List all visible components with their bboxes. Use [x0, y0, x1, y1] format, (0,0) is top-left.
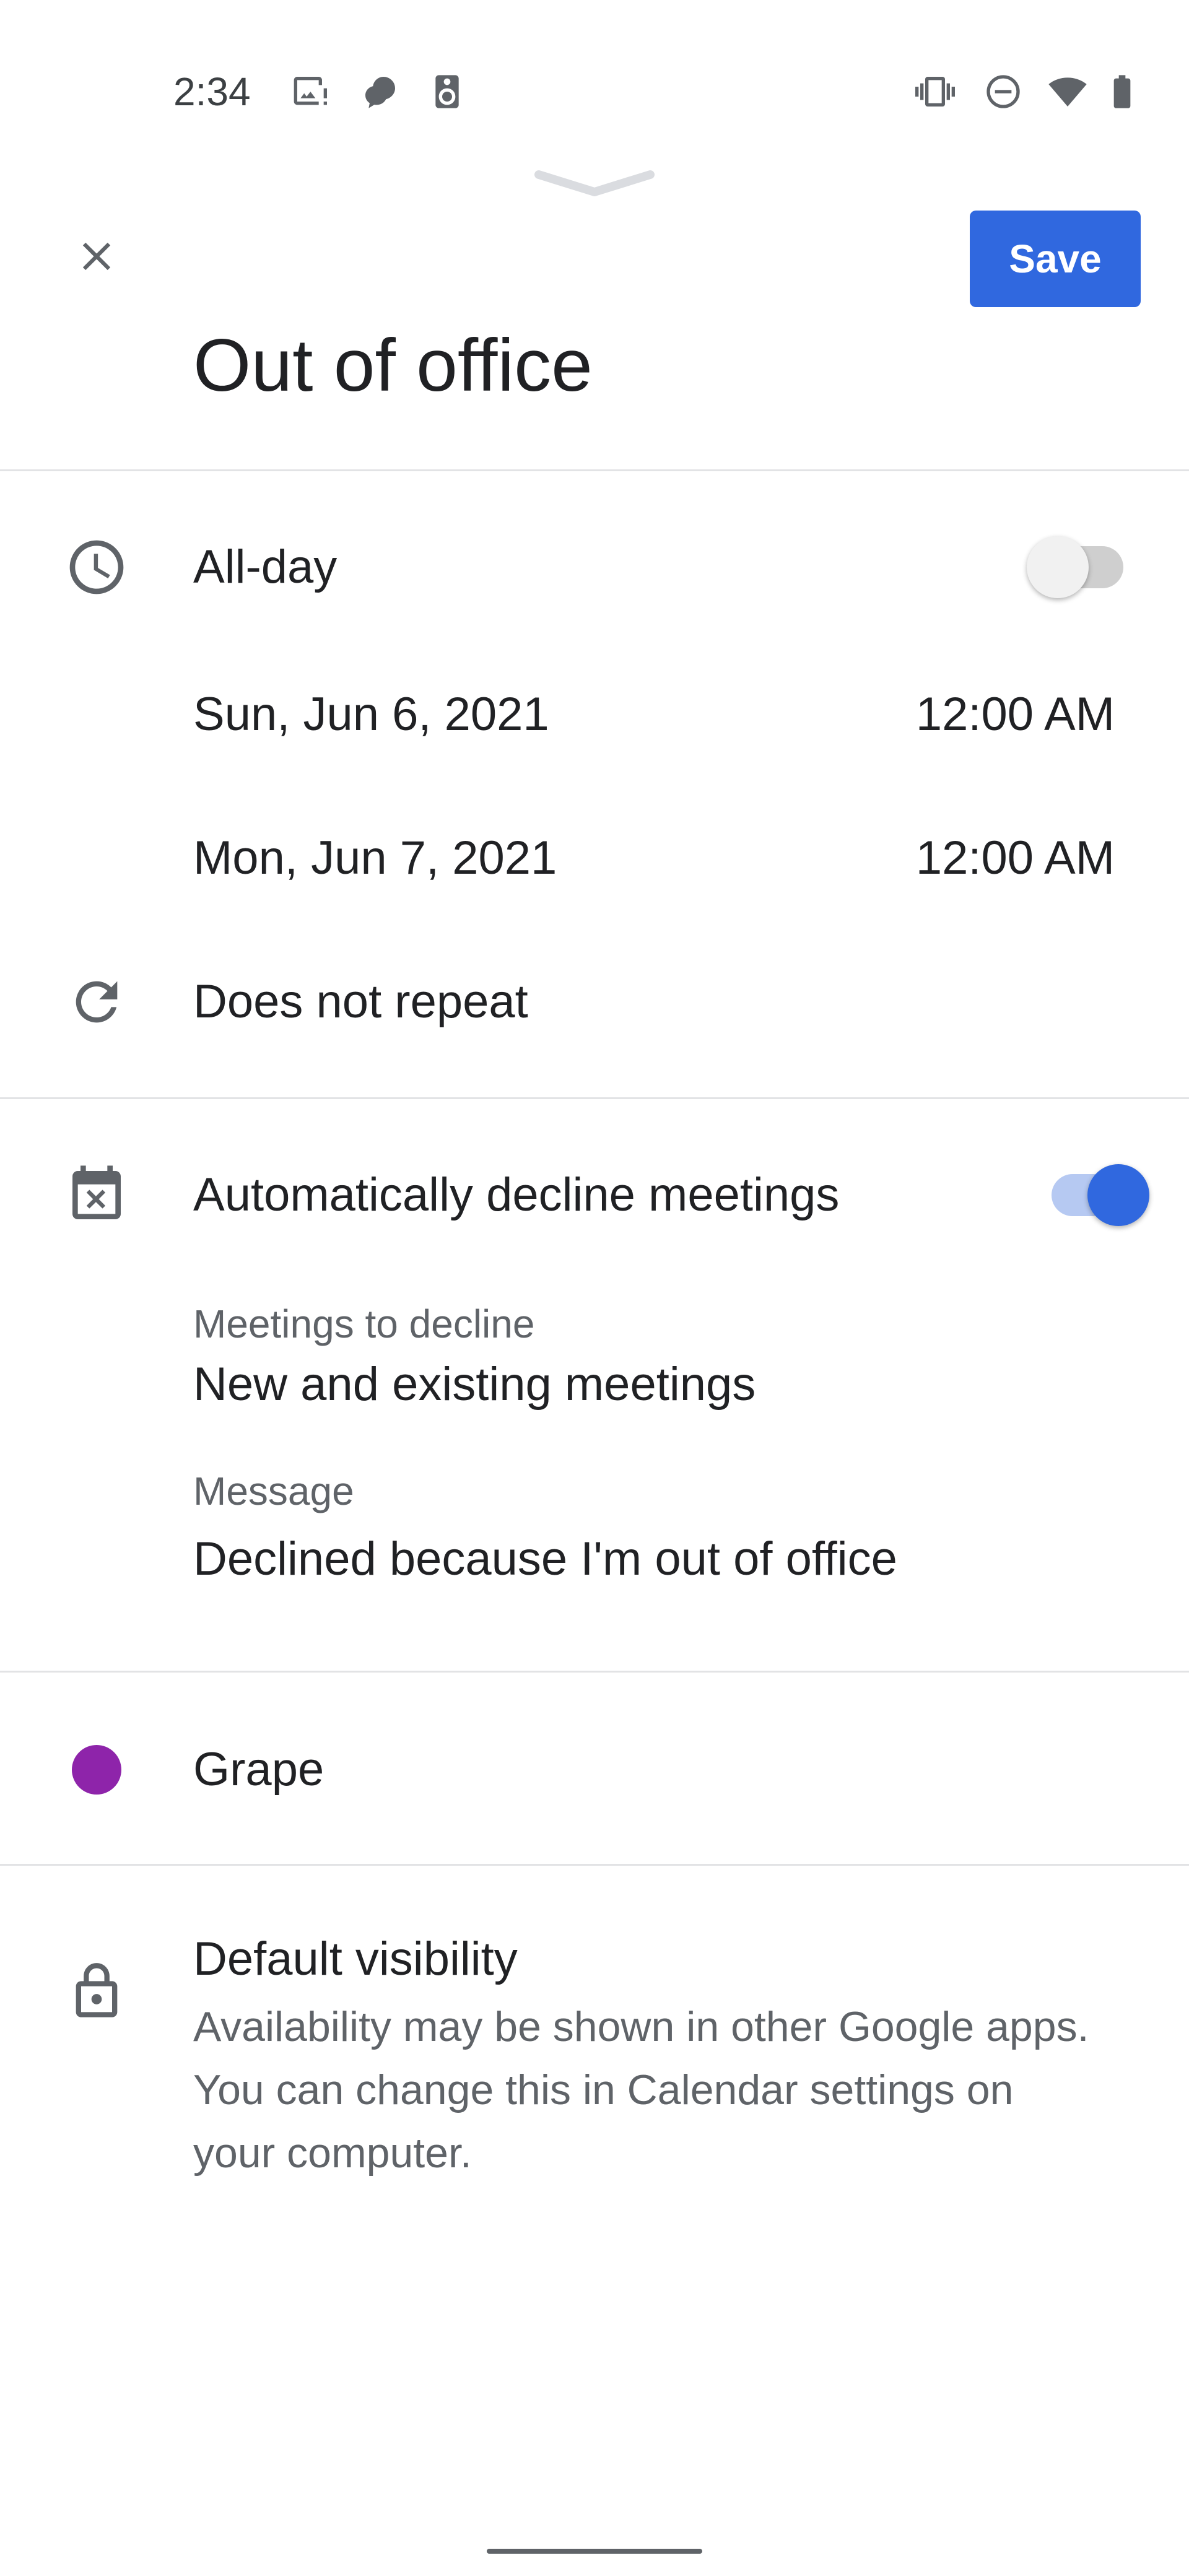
decline-message-field[interactable]: Message Declined because I'm out of offi…: [193, 1461, 1060, 1598]
wifi-icon: [1048, 72, 1087, 111]
assistant-icon: [360, 72, 400, 111]
vibrate-icon: [915, 72, 955, 111]
toggle-thumb: [1027, 536, 1089, 598]
visibility-description-line: your computer.: [193, 2130, 472, 2177]
visibility-description-line: You can change this in Calendar settings…: [193, 2066, 1014, 2113]
visibility-description: Availability may be shown in other Googl…: [193, 1995, 1159, 2185]
auto-decline-toggle[interactable]: [1052, 1154, 1151, 1236]
visibility-title: Default visibility: [193, 1933, 518, 1985]
save-button[interactable]: Save: [970, 211, 1141, 307]
decline-message-label: Message: [193, 1469, 354, 1513]
battery-icon: [1102, 72, 1142, 111]
repeat-setting[interactable]: Does not repeat: [193, 972, 528, 1032]
calendar-decline-icon: [62, 1160, 131, 1230]
divider: [0, 1671, 1189, 1673]
event-color-row[interactable]: Grape: [0, 1678, 1189, 1858]
event-color-label: Grape: [193, 1743, 324, 1796]
page-title[interactable]: Out of office: [193, 322, 593, 409]
toggle-thumb: [1087, 1164, 1149, 1226]
navigation-gesture-bar[interactable]: [487, 2549, 702, 2554]
decline-message-value: Declined because I'm out of office: [193, 1533, 897, 1585]
all-day-label: All-day: [193, 541, 338, 593]
meetings-to-decline-field[interactable]: Meetings to decline New and existing mee…: [193, 1294, 1060, 1418]
clock-icon: [62, 533, 131, 602]
visibility-description-line: Availability may be shown in other Googl…: [193, 2003, 1089, 2050]
close-icon: [73, 233, 120, 283]
start-time[interactable]: 12:00 AM: [916, 685, 1115, 744]
speaker-icon: [427, 72, 467, 111]
divider: [0, 469, 1189, 471]
repeat-icon: [62, 967, 131, 1037]
end-date[interactable]: Mon, Jun 7, 2021: [193, 829, 557, 888]
lock-icon: [62, 1957, 131, 2026]
divider: [0, 1097, 1189, 1099]
image-alert-icon: [292, 72, 332, 111]
close-button[interactable]: [62, 223, 131, 292]
meetings-to-decline-value: New and existing meetings: [193, 1358, 756, 1411]
start-date[interactable]: Sun, Jun 6, 2021: [193, 685, 549, 744]
meetings-to-decline-label: Meetings to decline: [193, 1302, 535, 1346]
divider: [0, 1864, 1189, 1866]
grape-color-dot: [72, 1745, 121, 1795]
all-day-toggle[interactable]: [1027, 526, 1130, 608]
status-time: 2:34: [173, 69, 251, 114]
auto-decline-label: Automatically decline meetings: [193, 1168, 840, 1221]
end-time[interactable]: 12:00 AM: [916, 829, 1115, 888]
do-not-disturb-icon: [983, 72, 1023, 111]
sheet-drag-handle[interactable]: [533, 166, 656, 203]
